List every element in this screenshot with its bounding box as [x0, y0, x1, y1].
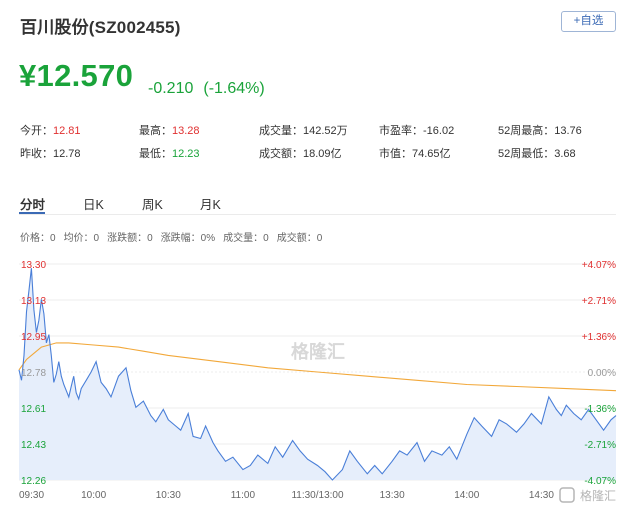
- tab-intraday[interactable]: 分时: [20, 194, 45, 213]
- y-tick-right: -4.07%: [584, 476, 616, 487]
- stat-52w-high: 52周最高：13.76: [498, 122, 582, 138]
- info-change-pct: 涨跌幅：0%: [160, 233, 216, 244]
- x-tick: 14:00: [454, 490, 479, 501]
- info-change: 涨跌额：0: [107, 233, 153, 244]
- y-tick-left: 12.95: [21, 332, 46, 343]
- current-price: ¥12.570: [19, 58, 134, 93]
- info-volume: 成交量：0: [223, 233, 269, 244]
- stat-prev-close: 昨收：12.78: [20, 145, 81, 161]
- price-change: -0.210 (-1.64%): [148, 80, 275, 98]
- stat-52w-low-label: 52周最低：: [498, 148, 555, 160]
- stat-amount: 成交额：18.09亿: [259, 145, 342, 161]
- stat-market-cap: 市值：74.65亿: [379, 145, 451, 161]
- y-tick-left: 12.61: [21, 404, 46, 415]
- y-tick-left: 12.26: [21, 476, 46, 487]
- y-tick-right: -1.36%: [584, 404, 616, 415]
- stat-volume-label: 成交量：: [259, 125, 303, 137]
- y-tick-left: 12.78: [21, 368, 46, 379]
- y-tick-right: 0.00%: [588, 368, 616, 379]
- watermark-text: 格隆汇: [291, 341, 345, 362]
- stat-low-value: 12.23: [172, 148, 200, 160]
- tab-monthly-k[interactable]: 月K: [200, 194, 221, 213]
- stat-market-cap-value: 74.65亿: [412, 148, 451, 160]
- x-tick: 13:30: [380, 490, 405, 501]
- x-tick: 10:00: [81, 490, 106, 501]
- logo-mark: 格隆汇: [559, 487, 616, 503]
- stat-low: 最低：12.23: [139, 145, 200, 161]
- stat-pe-value: -16.02: [423, 125, 455, 137]
- stat-pe-label: 市盈率：: [379, 125, 423, 137]
- stock-title: 百川股份(SZ002455): [20, 18, 181, 37]
- stat-52w-low-value: 3.68: [554, 148, 576, 160]
- x-tick: 11:30/13:00: [291, 490, 344, 501]
- y-tick-left: 13.13: [21, 296, 46, 307]
- stat-volume-value: 142.52万: [303, 125, 348, 137]
- stat-52w-high-label: 52周最高：: [498, 125, 555, 137]
- stat-open: 今开：12.81: [20, 122, 81, 138]
- change-amount: -0.210: [148, 80, 194, 97]
- stat-amount-value: 18.09亿: [303, 148, 342, 160]
- tab-daily-k[interactable]: 日K: [83, 194, 104, 213]
- info-amount: 成交额：0: [276, 233, 323, 244]
- stat-high-label: 最高：: [139, 125, 172, 137]
- info-price: 价格：0: [20, 233, 56, 244]
- change-percent: (-1.64%): [203, 80, 265, 97]
- info-avg: 均价：0: [63, 233, 100, 244]
- add-watchlist-button[interactable]: +自选: [561, 11, 616, 32]
- stat-pe: 市盈率：-16.02: [379, 122, 454, 138]
- y-tick-left: 13.30: [21, 260, 46, 271]
- stat-amount-label: 成交额：: [259, 148, 303, 160]
- y-tick-right: +1.36%: [582, 332, 616, 343]
- logo-text: 格隆汇: [580, 488, 616, 503]
- stat-market-cap-label: 市值：: [379, 148, 412, 160]
- x-tick: 14:30: [529, 490, 554, 501]
- stat-prev-close-label: 昨收：: [20, 148, 53, 160]
- x-tick: 10:30: [156, 490, 181, 501]
- tab-weekly-k[interactable]: 周K: [142, 194, 163, 213]
- y-tick-right: -2.71%: [584, 440, 616, 451]
- intraday-chart[interactable]: 格隆汇 13.3013.1312.9512.7812.6112.4312.26 …: [0, 252, 633, 514]
- stat-volume: 成交量：142.52万: [259, 122, 348, 138]
- stat-open-label: 今开：: [20, 125, 53, 137]
- tabs-divider: [19, 214, 616, 215]
- y-tick-right: +4.07%: [582, 260, 616, 271]
- y-tick-left: 12.43: [21, 440, 46, 451]
- stat-52w-low: 52周最低：3.68: [498, 145, 576, 161]
- stat-low-label: 最低：: [139, 148, 172, 160]
- stat-52w-high-value: 13.76: [554, 125, 582, 137]
- y-tick-right: +2.71%: [582, 296, 616, 307]
- hover-info-bar: 价格：0 均价：0 涨跌额：0 涨跌幅：0% 成交量：0 成交额：0: [20, 229, 330, 244]
- x-tick: 11:00: [231, 490, 256, 501]
- stat-prev-close-value: 12.78: [53, 148, 81, 160]
- stat-open-value: 12.81: [53, 125, 81, 137]
- logo-icon: [559, 487, 575, 503]
- x-axis: 09:30 10:00 10:30 11:00 11:30/13:00 13:30 14:0…: [19, 490, 554, 501]
- stat-high: 最高：13.28: [139, 122, 200, 138]
- stat-high-value: 13.28: [172, 125, 200, 137]
- x-tick: 09:30: [19, 490, 44, 501]
